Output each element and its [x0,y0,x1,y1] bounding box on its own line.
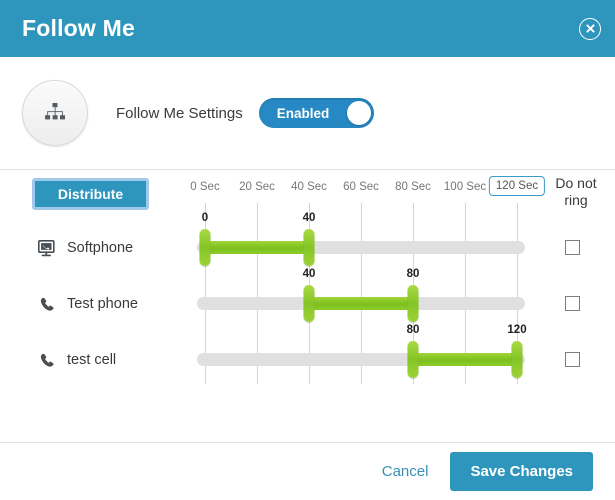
follow-me-dialog: Follow Me Follow Me Settings Enabled Dis… [0,0,615,500]
follow-me-settings-row: Follow Me Settings Enabled [0,57,615,170]
cancel-button[interactable]: Cancel [376,459,435,484]
slider-handle-value: 80 [406,268,420,280]
slider-handle-value: 120 [507,324,527,336]
axis-tick-label: 20 Sec [239,181,275,193]
slider-row: 80 120 [0,322,615,378]
slider-handle-start[interactable] [407,341,419,378]
time-axis-ruler: 0 Sec 20 Sec 40 Sec 60 Sec 80 Sec 100 Sec 120 … [0,170,615,210]
page-title: Follow Me [22,15,135,41]
do-not-ring-checkbox[interactable] [565,352,580,367]
do-not-ring-checkbox[interactable] [565,240,580,255]
axis-tick-label: 100 Sec [443,181,487,193]
slider-range-fill[interactable] [309,297,413,310]
axis-tick-label: 40 Sec [291,181,327,193]
close-icon[interactable] [579,17,601,40]
axis-tick-label: 0 Sec [190,181,220,193]
axis-tick-label: 60 Sec [343,181,379,193]
do-not-ring-checkbox[interactable] [565,296,580,311]
follow-me-toggle[interactable]: Enabled [258,98,374,128]
dialog-footer: Cancel Save Changes [0,443,615,500]
sitemap-icon [22,80,88,146]
axis-tick-label: 120 Sec [488,176,546,196]
dialog-header: Follow Me [0,0,615,57]
slider-handle-end[interactable] [303,229,315,266]
follow-me-settings-label: Follow Me Settings [116,104,243,122]
toggle-knob [346,101,371,125]
slider-handle-value: 40 [302,212,316,224]
toggle-state-label: Enabled [276,105,330,121]
slider-handle-value: 40 [302,268,316,280]
axis-tick-label: 80 Sec [395,181,431,193]
slider-handle-end[interactable] [511,341,523,378]
slider-row: 40 80 [0,266,615,322]
slider-row: 0 40 [0,210,615,266]
slider-range-fill[interactable] [205,241,309,254]
slider-handle-value: 0 [201,212,209,224]
slider-handle-start[interactable] [303,285,315,322]
slider-handle-value: 80 [406,324,420,336]
slider-handle-start[interactable] [199,229,211,266]
slider-range-fill[interactable] [413,353,517,366]
scheduler-body: Distribute Softphone Test phone test cell … [0,170,615,443]
slider-handle-end[interactable] [407,285,419,322]
save-changes-button[interactable]: Save Changes [450,452,593,491]
